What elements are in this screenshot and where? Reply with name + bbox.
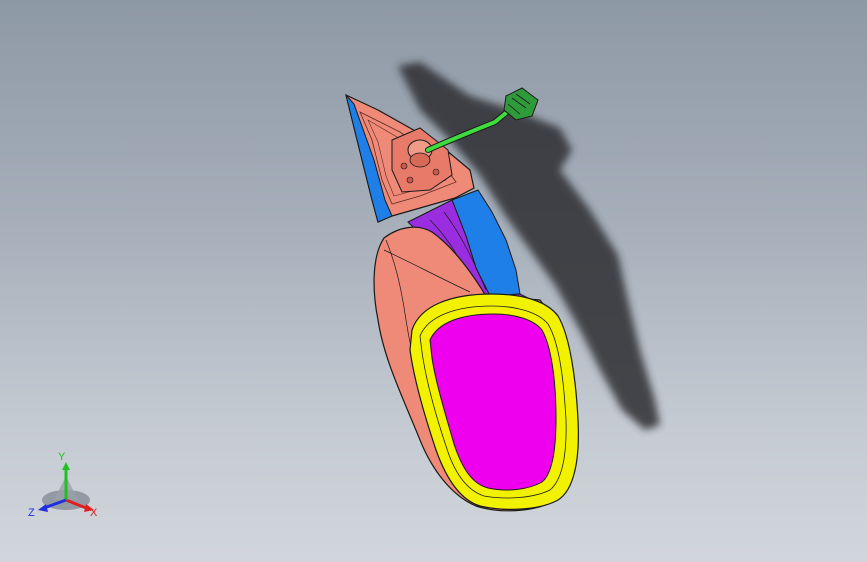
graphics-viewport[interactable]: X Y Z <box>0 0 867 562</box>
z-axis-label: Z <box>28 507 35 519</box>
bolt-1 <box>400 162 408 170</box>
bolt-2 <box>432 168 440 176</box>
y-axis-arrow <box>62 462 70 470</box>
mirror-model[interactable] <box>0 0 867 562</box>
bolt-3 <box>406 176 414 184</box>
pivot-hub <box>409 152 431 168</box>
y-axis-label: Y <box>58 451 66 463</box>
x-axis-label: X <box>90 507 98 519</box>
coordinate-triad: X Y Z <box>24 448 108 526</box>
